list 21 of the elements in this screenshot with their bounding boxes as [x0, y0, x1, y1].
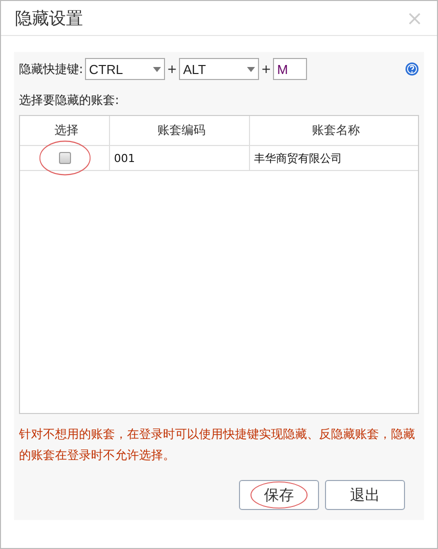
dialog-button[interactable]: 退出 [325, 480, 405, 510]
checkbox[interactable] [58, 152, 70, 164]
plus-sign: + [167, 62, 178, 76]
shortcut-label: 隐藏快捷键: [19, 60, 84, 78]
table-cell-text: 丰华商贸有限公司 [253, 150, 343, 166]
caret-icon [247, 66, 256, 72]
annotation-ellipse [250, 481, 308, 509]
column-header: 选择 [20, 116, 110, 145]
section-label: 选择要隐藏的账套: [19, 92, 120, 109]
key-field[interactable]: M [273, 58, 308, 80]
help-icon[interactable] [405, 62, 419, 76]
plus-sign: + [261, 62, 272, 76]
dialog-button[interactable]: 保存 [239, 480, 319, 510]
column-header: 账套名称 [311, 122, 361, 139]
table-cell: 001 [110, 146, 250, 170]
caret-icon [153, 66, 162, 72]
window-title: 隐藏设置 [15, 8, 83, 30]
note-text: 针对不想用的账套，在登录时可以使用快捷键实现隐藏、反隐藏账套，隐藏的账套在登录时不允许选择。 [19, 426, 416, 464]
column-header: 账套编码 [110, 116, 250, 145]
key-select[interactable]: CTRL [85, 58, 166, 80]
key-select[interactable]: ALT [179, 58, 260, 80]
